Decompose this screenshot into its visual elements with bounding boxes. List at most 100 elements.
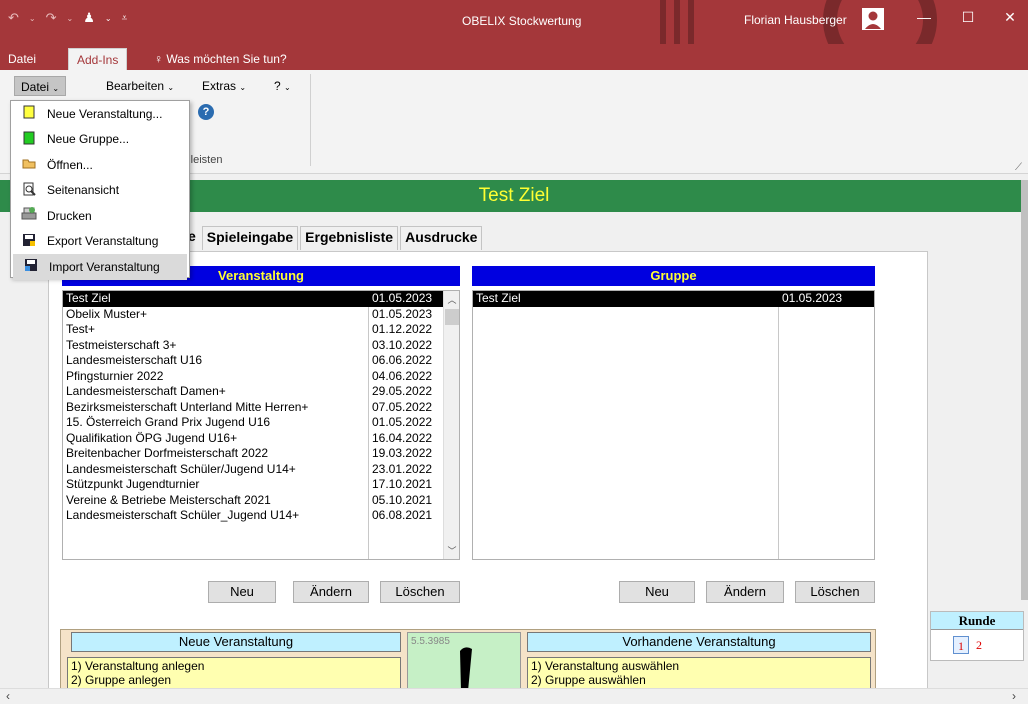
list-item[interactable]: Landesmeisterschaft Schüler/Jugend U14+ 2… xyxy=(63,462,459,478)
menu-extras[interactable]: Extras ⌄ xyxy=(196,76,252,96)
item-date: 04.06.2022 xyxy=(372,368,433,383)
veranstaltung-neu-button[interactable]: Neu xyxy=(208,581,276,603)
redo-icon[interactable]: ↷ xyxy=(46,10,57,26)
tell-me-box[interactable]: ♀ Was möchten Sie tun? xyxy=(146,48,295,70)
avatar[interactable] xyxy=(862,8,884,30)
round-2-button[interactable]: 2 xyxy=(971,636,987,654)
step-line: 2) Gruppe anlegen xyxy=(71,673,172,687)
item-name: Test+ xyxy=(66,322,96,336)
item-name: Testmeisterschaft 3+ xyxy=(66,337,177,352)
list-item[interactable]: Breitenbacher Dorfmeisterschaft 2022 19.0… xyxy=(63,446,459,462)
collapse-ribbon-icon[interactable]: ⟋ xyxy=(1015,162,1022,173)
user-name[interactable]: Florian Hausberger xyxy=(744,13,847,27)
menu-help[interactable]: ? ⌄ xyxy=(268,76,297,96)
menu-item-import[interactable]: Import Veranstaltung xyxy=(13,254,187,280)
menu-item-oeffnen[interactable]: Öffnen... xyxy=(11,152,189,178)
veranstaltung-list[interactable]: Test Ziel 01.05.2023 Obelix Muster+ 01.05.2… xyxy=(62,290,460,560)
vorhandene-veranstaltung-header: Vorhandene Veranstaltung xyxy=(527,632,871,652)
list-item[interactable]: Landesmeisterschaft Schüler_Jugend U14+ 0… xyxy=(63,508,459,524)
scroll-thumb[interactable] xyxy=(445,309,459,325)
list-item[interactable]: Pfingsturnier 2022 04.06.2022 xyxy=(63,369,459,385)
menu-item-export[interactable]: Export Veranstaltung xyxy=(11,229,189,255)
list-item[interactable]: Landesmeisterschaft U16 06.06.2022 xyxy=(63,353,459,369)
close-button[interactable]: ✕ xyxy=(992,4,1028,30)
item-name: Stützpunkt Jugendturnier xyxy=(66,477,200,491)
folder-open-icon xyxy=(11,157,47,172)
window-vertical-scrollbar[interactable] xyxy=(1021,180,1028,600)
tab-spieleingabe[interactable]: Spieleingabe xyxy=(201,226,299,250)
chevron-down-icon: ⌄ xyxy=(239,83,247,92)
datei-dropdown-menu: Neue Veranstaltung... Neue Gruppe... Öff… xyxy=(10,100,190,280)
item-name: Test Ziel xyxy=(476,291,521,305)
undo-icon[interactable]: ↶ xyxy=(8,10,19,26)
scroll-left-icon[interactable]: ‹ xyxy=(6,689,10,703)
list-item[interactable]: Stützpunkt Jugendturnier 17.10.2021 xyxy=(63,477,459,493)
item-date: 05.10.2021 xyxy=(372,492,433,507)
menu-help-label: ? xyxy=(274,79,281,93)
veranstaltung-scrollbar[interactable]: ︿ ﹀ xyxy=(443,291,459,559)
tool-icon[interactable]: ♟ xyxy=(83,10,95,26)
menu-item-neue-veranstaltung[interactable]: Neue Veranstaltung... xyxy=(11,101,189,127)
list-item[interactable]: Landesmeisterschaft Damen+ 29.05.2022 xyxy=(63,384,459,400)
item-name: Landesmeisterschaft Schüler/Jugend U14+ xyxy=(66,461,296,476)
gruppe-aendern-button[interactable]: Ändern xyxy=(706,581,784,603)
tool-dropdown-icon[interactable]: ⌄ xyxy=(105,14,112,23)
undo-dropdown-icon[interactable]: ⌄ xyxy=(29,14,36,23)
column-divider xyxy=(778,291,779,559)
window-horizontal-scrollbar[interactable]: ‹ › xyxy=(0,688,1028,704)
gruppe-neu-button[interactable]: Neu xyxy=(619,581,695,603)
scroll-up-icon[interactable]: ︿ xyxy=(444,293,460,306)
item-date: 17.10.2021 xyxy=(372,477,433,491)
tab-ausdrucke[interactable]: Ausdrucke xyxy=(400,226,483,250)
menu-item-seitenansicht[interactable]: Seitenansicht xyxy=(11,178,189,204)
window-title: OBELIX Stockwertung xyxy=(462,14,582,28)
item-name: Vereine & Betriebe Meisterschaft 2021 xyxy=(66,492,271,507)
scroll-down-icon[interactable]: ﹀ xyxy=(444,544,460,557)
item-date: 01.05.2022 xyxy=(372,415,433,429)
list-item[interactable]: Test Ziel 01.05.2023 xyxy=(473,291,874,307)
tab-add-ins[interactable]: Add-Ins xyxy=(68,48,128,70)
minimize-button[interactable]: — xyxy=(906,4,942,30)
ribbon-separator xyxy=(310,74,311,166)
round-1-button[interactable]: 1 xyxy=(953,636,969,654)
list-item[interactable]: 15. Österreich Grand Prix Jugend U16 01.0… xyxy=(63,415,459,431)
redo-dropdown-icon[interactable]: ⌄ xyxy=(67,14,74,23)
list-item[interactable]: Test Ziel 01.05.2023 xyxy=(63,291,459,307)
gruppe-list[interactable]: Test Ziel 01.05.2023 xyxy=(472,290,875,560)
menu-item-neue-gruppe[interactable]: Neue Gruppe... xyxy=(11,127,189,153)
tab-datei[interactable]: Datei xyxy=(0,48,44,70)
menu-datei-label: Datei xyxy=(21,80,50,94)
version-label: 5.5.3985 xyxy=(411,636,450,647)
tab-ergebnisliste[interactable]: Ergebnisliste xyxy=(300,226,399,250)
menu-datei[interactable]: Datei ⌄ xyxy=(14,76,67,96)
title-bar: ↶ ⌄ ↷ ⌄ ♟ ⌄ ⩡ OBELIX Stockwertung Floria… xyxy=(0,0,1028,44)
new-doc-yellow-icon xyxy=(11,105,47,122)
scroll-right-icon[interactable]: › xyxy=(1012,689,1016,703)
runde-label: Runde xyxy=(931,612,1023,630)
gruppe-loeschen-button[interactable]: Löschen xyxy=(795,581,875,603)
item-date: 01.05.2023 xyxy=(372,291,433,305)
list-item[interactable]: Testmeisterschaft 3+ 03.10.2022 xyxy=(63,338,459,354)
item-date: 23.01.2022 xyxy=(372,461,433,476)
item-date: 06.08.2021 xyxy=(372,508,433,522)
help-icon[interactable]: ? xyxy=(198,104,214,120)
list-item[interactable]: Qualifikation ÖPG Jugend U16+ 16.04.2022 xyxy=(63,431,459,447)
list-item[interactable]: Bezirksmeisterschaft Unterland Mitte Her… xyxy=(63,400,459,416)
chevron-down-icon: ⌄ xyxy=(167,83,175,92)
menu-extras-label: Extras xyxy=(202,79,237,93)
item-name: 15. Österreich Grand Prix Jugend U16 xyxy=(66,415,271,429)
maximize-button[interactable]: ☐ xyxy=(950,4,986,30)
menu-item-drucken[interactable]: Drucken xyxy=(11,203,189,229)
menu-item-label: Neue Veranstaltung... xyxy=(47,106,163,121)
list-item[interactable]: Obelix Muster+ 01.05.2023 xyxy=(63,307,459,323)
item-date: 19.03.2022 xyxy=(372,446,433,460)
list-item[interactable]: Vereine & Betriebe Meisterschaft 2021 05.… xyxy=(63,493,459,509)
list-item[interactable]: Test+ 01.12.2022 xyxy=(63,322,459,338)
menu-bearbeiten[interactable]: Bearbeiten ⌄ xyxy=(100,76,180,96)
veranstaltung-loeschen-button[interactable]: Löschen xyxy=(380,581,460,603)
chevron-down-icon: ⌄ xyxy=(52,84,60,93)
customize-qat-icon[interactable]: ⩡ xyxy=(122,13,128,24)
print-preview-icon xyxy=(11,182,47,199)
veranstaltung-aendern-button[interactable]: Ändern xyxy=(293,581,369,603)
new-doc-green-icon xyxy=(11,131,47,148)
